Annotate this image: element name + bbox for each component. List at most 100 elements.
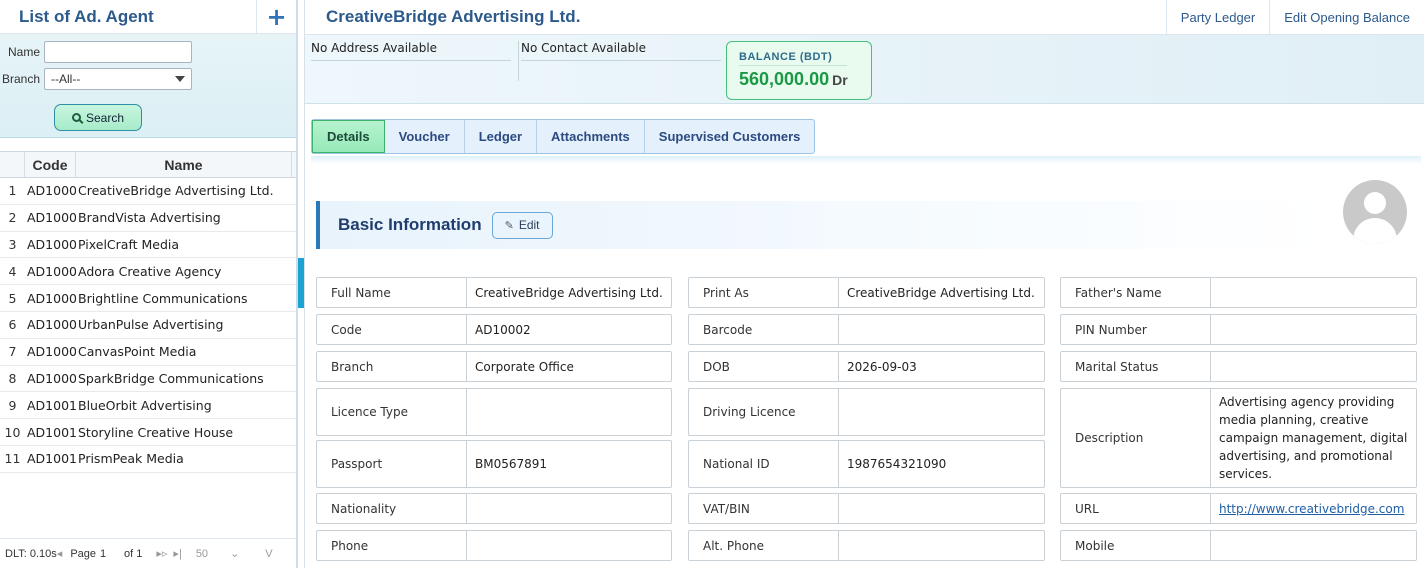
tab-attachments[interactable]: Attachments	[537, 120, 645, 153]
agent-name: BrandVista Advertising	[78, 210, 221, 226]
tab-supervised-customers[interactable]: Supervised Customers	[645, 120, 815, 153]
agent-code: AD10011	[27, 424, 76, 440]
agent-grid: Code Name 1 AD10002CreativeBridge Adverti…	[0, 151, 296, 473]
table-row[interactable]: 6 AD10007UrbanPulse Advertising	[0, 312, 296, 339]
pager-extra: V	[265, 547, 273, 560]
page-size-select[interactable]: 50	[196, 548, 208, 560]
agent-code: AD10010	[27, 397, 76, 413]
field-value	[839, 389, 1044, 435]
field-value	[839, 531, 1044, 560]
prev-page-icon[interactable]: ◂	[57, 547, 63, 560]
edit-button-label: Edit	[518, 218, 540, 232]
tab-voucher[interactable]: Voucher	[385, 120, 465, 153]
agent-code: AD10006	[27, 290, 76, 306]
table-row[interactable]: 4 AD10005Adora Creative Agency	[0, 258, 296, 286]
agent-name: Brightline Communications	[78, 290, 248, 306]
field-value	[1211, 315, 1416, 344]
filter-panel: Name Branch --All-- Search	[0, 34, 296, 138]
field-value: Advertising agency providing media plann…	[1219, 395, 1408, 481]
table-row[interactable]: 7 AD10008CanvasPoint Media	[0, 339, 296, 366]
edit-button[interactable]: ✎ Edit	[491, 211, 553, 239]
field-label: Mobile	[1061, 531, 1211, 560]
name-column-header[interactable]: Name	[76, 152, 292, 177]
page-count: of 1	[124, 547, 143, 560]
agent-code: AD10005	[27, 263, 76, 279]
code-column-header[interactable]: Code	[25, 152, 76, 177]
table-row[interactable]: 8 AD10009SparkBridge Communications	[0, 366, 296, 393]
field-label: Marital Status	[1061, 352, 1211, 381]
field-print-as: Print As CreativeBridge Advertising Ltd.	[688, 277, 1045, 308]
chevron-down-icon[interactable]: ⌄	[230, 547, 239, 560]
last-page-icon[interactable]: ▸|	[173, 547, 181, 560]
table-row[interactable]: 10 AD10011Storyline Creative House	[0, 419, 296, 446]
agent-title: CreativeBridge Advertising Ltd.	[326, 7, 581, 26]
agent-name: CanvasPoint Media	[78, 344, 197, 360]
next-page-icon[interactable]: ▸▹	[156, 547, 167, 560]
branch-filter-select[interactable]: --All--	[44, 68, 192, 90]
table-row[interactable]: 9 AD10010BlueOrbit Advertising	[0, 392, 296, 420]
field-value	[467, 531, 671, 560]
field-label: Phone	[317, 531, 467, 560]
edit-opening-balance-link[interactable]: Edit Opening Balance	[1269, 0, 1424, 35]
dlt-timing: DLT: 0.10s	[5, 547, 57, 560]
table-row[interactable]: 11 AD10012PrismPeak Media	[0, 446, 296, 473]
field-label: Branch	[317, 352, 467, 381]
table-row[interactable]: 3 AD10004PixelCraft Media	[0, 232, 296, 259]
search-button[interactable]: Search	[54, 104, 142, 131]
agent-list-panel: List of Ad. Agent + Name Branch --All-- …	[0, 0, 298, 568]
field-value	[467, 494, 671, 523]
add-agent-button[interactable]: +	[256, 0, 296, 34]
agent-name: Adora Creative Agency	[78, 263, 222, 279]
row-number: 9	[8, 397, 17, 413]
field-value[interactable]: http://www.creativebridge.com	[1211, 494, 1416, 523]
field-label: DOB	[689, 352, 839, 381]
table-row[interactable]: 2 AD10003BrandVista Advertising	[0, 205, 296, 232]
field-label: Driving Licence	[689, 389, 839, 435]
field-value: 1987654321090	[847, 457, 947, 471]
row-number: 7	[8, 344, 17, 360]
party-ledger-link[interactable]: Party Ledger	[1165, 0, 1269, 35]
agent-name: PixelCraft Media	[78, 236, 180, 252]
field-label: National ID	[689, 441, 839, 487]
field-branch: Branch Corporate Office	[316, 351, 672, 382]
agent-name: CreativeBridge Advertising Ltd.	[78, 183, 274, 199]
field-passport: Passport BM0567891	[316, 440, 672, 488]
address-text: No Address Available	[311, 41, 511, 61]
agent-list-header: List of Ad. Agent +	[0, 0, 296, 34]
branch-filter-value: --All--	[51, 72, 81, 86]
agent-name: Storyline Creative House	[78, 424, 234, 440]
balance-suffix: Dr	[832, 72, 848, 88]
page-input[interactable]: 1	[100, 548, 122, 560]
pencil-icon: ✎	[504, 219, 514, 232]
field-mobile: Mobile	[1060, 530, 1417, 561]
field-value	[1211, 278, 1416, 307]
field-label: Alt. Phone	[689, 531, 839, 560]
field-label: Passport	[317, 441, 467, 487]
row-number: 11	[4, 451, 21, 467]
avatar[interactable]	[1343, 180, 1407, 244]
field-alt-phone: Alt. Phone	[688, 530, 1045, 561]
table-row[interactable]: 5 AD10006Brightline Communications	[0, 285, 296, 312]
tab-details[interactable]: Details	[312, 120, 385, 153]
row-number: 8	[8, 370, 17, 386]
field-code: Code AD10002	[316, 314, 672, 345]
name-filter-input[interactable]	[44, 41, 192, 63]
table-row[interactable]: 1 AD10002CreativeBridge Advertising Ltd.	[0, 178, 296, 205]
tab-ledger[interactable]: Ledger	[465, 120, 538, 153]
field-label: Code	[317, 315, 467, 344]
field-marital-status: Marital Status	[1060, 351, 1417, 382]
agent-list-title: List of Ad. Agent	[19, 6, 154, 26]
field-label: Print As	[689, 278, 839, 307]
field-dob: DOB 2026-09-03	[688, 351, 1045, 382]
field-value	[467, 389, 671, 435]
balance-value: 560,000.00	[739, 69, 830, 89]
search-button-label: Search	[85, 110, 125, 125]
row-number-header	[0, 152, 25, 177]
agent-grid-body: 1 AD10002CreativeBridge Advertising Ltd. 2…	[0, 178, 296, 473]
agent-name: PrismPeak Media	[78, 451, 184, 467]
field-label: VAT/BIN	[689, 494, 839, 523]
field-label: Nationality	[317, 494, 467, 523]
field-father-s-name: Father's Name	[1060, 277, 1417, 308]
field-phone: Phone	[316, 530, 672, 561]
summary-divider	[518, 41, 519, 81]
